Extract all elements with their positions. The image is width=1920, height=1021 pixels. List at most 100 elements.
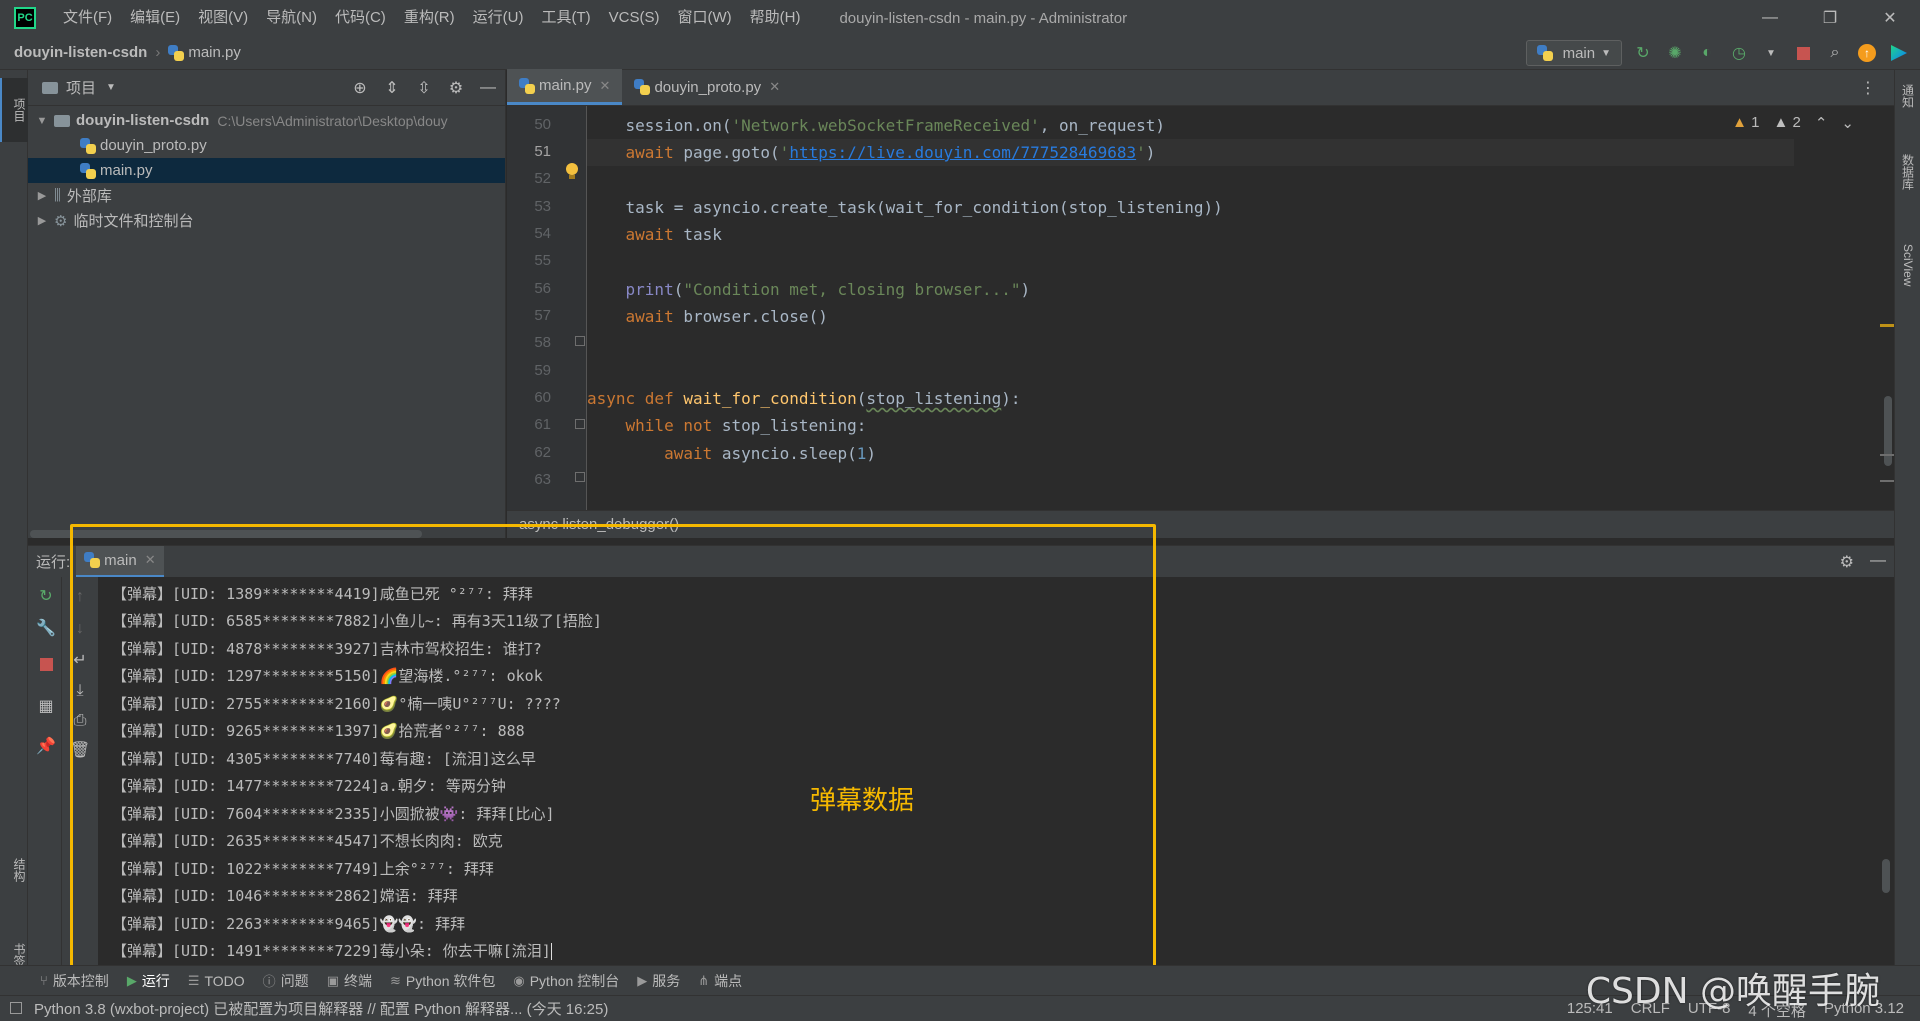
editor-breadcrumb-label[interactable]: async listen_debugger() [519, 516, 679, 533]
tool-problems[interactable]: ⓘ 问题 [263, 971, 309, 991]
close-icon[interactable]: ✕ [769, 79, 780, 95]
editor-breadcrumb[interactable]: async listen_debugger() [507, 510, 1894, 538]
fold-marker-icon[interactable] [575, 419, 585, 429]
rerun-icon[interactable]: ↻ [36, 587, 56, 607]
notifications-tool-button[interactable]: 通知 [1895, 80, 1920, 108]
console-line-last: 【弹幕】[UID: 1491********7229]莓小朵: 你去干嘛[流泪] [112, 938, 552, 965]
tool-terminal[interactable]: ▣ 终端 [327, 971, 372, 991]
weak-warning-marker[interactable] [1880, 480, 1894, 482]
print-icon[interactable]: ⎙ [70, 711, 90, 731]
tab-run-main[interactable]: main ✕ [76, 545, 164, 578]
more-run-options-icon[interactable]: ▼ [1760, 42, 1782, 64]
more-options-icon[interactable]: ⋮ [1860, 78, 1876, 98]
collapse-all-icon[interactable]: ⇳ [413, 77, 435, 99]
pin-icon[interactable]: 📌 [36, 737, 56, 757]
menu-vcs[interactable]: VCS(S) [600, 0, 669, 36]
run-configuration-select[interactable]: main ▼ [1525, 40, 1622, 66]
tool-version-control[interactable]: ⑂ 版本控制 [40, 971, 109, 991]
editor-vertical-scrollbar[interactable] [1880, 106, 1894, 510]
fold-marker-icon[interactable] [575, 472, 585, 482]
menu-refactor[interactable]: 重构(R) [395, 0, 464, 36]
close-icon[interactable]: ✕ [145, 552, 156, 568]
menu-code[interactable]: 代码(C) [326, 0, 395, 36]
tab-main-py[interactable]: main.py ✕ [507, 69, 623, 105]
trash-icon[interactable]: 🗑 [70, 741, 90, 761]
previous-highlight-icon[interactable]: ⌃ [1815, 114, 1828, 132]
hide-panel-icon[interactable]: — [477, 77, 499, 99]
warning-marker[interactable] [1880, 324, 1894, 327]
tree-item-douyin-proto[interactable]: douyin_proto.py [28, 133, 505, 158]
menu-navigate[interactable]: 导航(N) [257, 0, 326, 36]
wrench-icon[interactable]: 🔧 [36, 619, 56, 639]
code-area[interactable]: session.on('Network.webSocketFrameReceiv… [587, 106, 1794, 510]
status-message[interactable]: Python 3.8 (wxbot-project) 已被配置为项目解释器 //… [34, 998, 608, 1019]
debug-icon[interactable]: ✺ [1664, 42, 1686, 64]
menu-view[interactable]: 视图(V) [189, 0, 257, 36]
menu-run[interactable]: 运行(U) [464, 0, 533, 36]
menu-file[interactable]: 文件(F) [54, 0, 121, 36]
gear-icon[interactable]: ⚙ [445, 77, 467, 99]
tool-run[interactable]: ▶ 运行 [127, 971, 170, 991]
chevron-down-icon[interactable]: ▼ [106, 82, 116, 93]
chevron-right-icon[interactable]: ▶ [34, 214, 50, 227]
update-icon[interactable]: ↑ [1856, 42, 1878, 64]
tool-services[interactable]: ▶ 服务 [637, 971, 680, 991]
close-button[interactable]: ✕ [1860, 0, 1920, 36]
tool-python-packages[interactable]: ≋ Python 软件包 [390, 971, 495, 991]
hide-panel-icon[interactable]: — [1870, 552, 1886, 572]
code-url-link[interactable]: https://live.douyin.com/777528469683 [789, 143, 1136, 162]
code-editor[interactable]: 49 50 51 52 53 54 55 56 57 58 59 60 61 6… [507, 106, 1894, 510]
tab-douyin-proto-py[interactable]: douyin_proto.py ✕ [622, 69, 792, 105]
weak-warning-count[interactable]: ▲ 2 [1773, 114, 1800, 132]
jetbrains-ai-icon[interactable] [1888, 42, 1910, 64]
stop-icon[interactable] [1792, 42, 1814, 64]
tree-item-main[interactable]: main.py [28, 158, 505, 183]
sciview-tool-button[interactable]: SciView [1895, 240, 1920, 286]
breadcrumb-file[interactable]: main.py [188, 44, 241, 61]
status-square-icon[interactable] [10, 1002, 22, 1014]
fold-marker-icon[interactable] [575, 336, 585, 346]
soft-wrap-icon[interactable]: ↵ [70, 651, 90, 671]
gear-icon[interactable]: ⚙ [1840, 552, 1854, 572]
tree-item-external-libraries[interactable]: ▶ ⫼ 外部库 [28, 183, 505, 208]
stop-icon[interactable] [36, 657, 56, 677]
project-panel-title[interactable]: 项目 [66, 77, 96, 98]
menu-edit[interactable]: 编辑(E) [121, 0, 189, 36]
arrow-up-icon[interactable]: ↑ [70, 587, 90, 607]
console-output[interactable]: 【弹幕】[UID: 1389********4419]咸鱼已死 °²⁷⁷: 拜拜… [98, 577, 1894, 965]
database-tool-button[interactable]: 数据库 [1895, 150, 1920, 190]
breadcrumb-project[interactable]: douyin-listen-csdn [14, 44, 147, 61]
next-highlight-icon[interactable]: ⌄ [1841, 114, 1854, 132]
profile-icon[interactable]: ◷ [1728, 42, 1750, 64]
search-icon[interactable]: ⌕ [1824, 42, 1846, 64]
chevron-down-icon[interactable]: ▼ [34, 115, 50, 127]
arrow-down-icon[interactable]: ↓ [70, 619, 90, 639]
coverage-icon[interactable]: ◐ [1696, 42, 1718, 64]
horizontal-scrollbar[interactable] [30, 530, 422, 538]
expand-all-icon[interactable]: ⇕ [381, 77, 403, 99]
tree-item-scratches[interactable]: ▶ ⚙ 临时文件和控制台 [28, 208, 505, 233]
warning-count[interactable]: ▲ 1 [1732, 114, 1759, 132]
tool-python-console[interactable]: ◉ Python 控制台 [513, 971, 619, 991]
tool-endpoints[interactable]: ⋔ 端点 [698, 971, 742, 991]
tree-item-project-root[interactable]: ▼ douyin-listen-csdn C:\Users\Administra… [28, 108, 505, 133]
scroll-to-end-icon[interactable]: ⤓ [70, 681, 90, 701]
rerun-icon[interactable]: ↻ [1632, 42, 1654, 64]
inspection-widget[interactable]: ▲ 1 ▲ 2 ⌃ ⌄ [1732, 114, 1854, 132]
menu-window[interactable]: 窗口(W) [668, 0, 740, 36]
menu-tools[interactable]: 工具(T) [532, 0, 599, 36]
locate-file-icon[interactable]: ⊕ [349, 77, 371, 99]
chevron-right-icon[interactable]: ▶ [34, 189, 50, 202]
pycharm-logo-icon[interactable]: PC [14, 7, 36, 29]
minimize-button[interactable]: — [1740, 0, 1800, 36]
structure-tool-button[interactable]: 结构 [0, 830, 28, 910]
scrollbar-thumb[interactable] [1882, 859, 1890, 893]
weak-warning-marker[interactable] [1880, 454, 1894, 456]
menu-help[interactable]: 帮助(H) [741, 0, 810, 36]
lightbulb-icon[interactable] [565, 163, 579, 181]
tool-todo[interactable]: ☰ TODO [188, 973, 245, 989]
restore-button[interactable]: ❐ [1800, 0, 1860, 36]
project-tool-button[interactable]: 项目 [0, 78, 28, 142]
layout-icon[interactable]: ▦ [36, 697, 56, 717]
close-icon[interactable]: ✕ [600, 78, 611, 94]
